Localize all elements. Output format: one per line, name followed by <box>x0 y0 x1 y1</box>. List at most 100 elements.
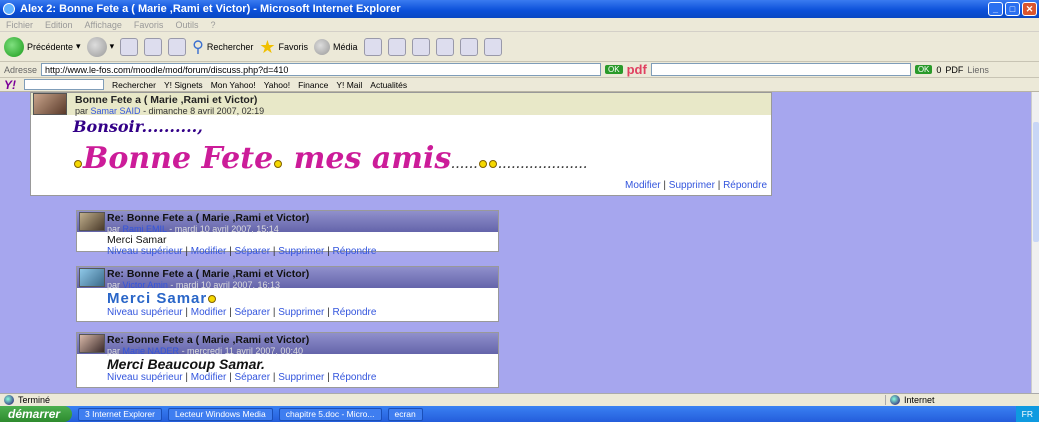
author-link[interactable]: Victor Amin <box>123 280 168 290</box>
headline-part2: mes amis <box>283 141 452 176</box>
window-titlebar: Alex 2: Bonne Fete a ( Marie ,Rami et Vi… <box>0 0 1039 18</box>
parent-link[interactable]: Niveau supérieur <box>107 246 183 257</box>
go-button[interactable]: OK <box>605 65 623 74</box>
delete-link[interactable]: Supprimer <box>278 246 324 257</box>
edit-link[interactable]: Modifier <box>625 180 661 191</box>
status-bar: Terminé Internet <box>0 393 1039 406</box>
delete-link[interactable]: Supprimer <box>669 180 715 191</box>
stop-icon[interactable] <box>120 37 139 56</box>
home-icon[interactable] <box>168 37 187 56</box>
delete-link[interactable]: Supprimer <box>278 307 324 318</box>
back-button[interactable]: Précédente ▾ <box>4 36 81 57</box>
reply-link[interactable]: Répondre <box>333 246 377 257</box>
yahoo-search-button[interactable]: Rechercher <box>112 80 156 90</box>
headline-part1: Bonne Fete <box>83 141 274 176</box>
standard-toolbar: Précédente ▾ ▾ ⚲ Rechercher ★ Favoris Médi… <box>0 32 1039 62</box>
headline-dots: ...... <box>451 160 479 171</box>
menu-file[interactable]: Fichier <box>6 20 33 30</box>
reply-link[interactable]: Répondre <box>723 180 767 191</box>
history-icon[interactable] <box>363 37 382 56</box>
parent-link[interactable]: Niveau supérieur <box>107 372 183 383</box>
scrollbar-thumb[interactable] <box>1033 122 1039 242</box>
post-subject: Bonne Fete a ( Marie ,Rami et Victor) <box>75 94 258 106</box>
edit-link[interactable]: Modifier <box>191 372 227 383</box>
favorites-button[interactable]: ★ Favoris <box>259 38 308 56</box>
split-link[interactable]: Séparer <box>235 372 271 383</box>
menu-help[interactable]: ? <box>210 20 215 30</box>
edit-icon[interactable] <box>435 37 454 56</box>
links-label[interactable]: Liens <box>967 65 989 75</box>
menu-edit[interactable]: Edition <box>45 20 73 30</box>
yahoo-logo[interactable]: Y! <box>4 78 16 91</box>
reply-commands: Niveau supérieur | Modifier | Séparer | … <box>107 307 377 318</box>
minimize-button[interactable]: _ <box>988 2 1003 16</box>
media-button[interactable]: Média <box>314 38 358 55</box>
mail-icon[interactable] <box>387 37 406 56</box>
start-button[interactable]: démarrer <box>0 406 73 422</box>
reply-body: Merci Samar Niveau supérieur | Modifier … <box>77 232 498 257</box>
smiley-icon <box>479 160 488 168</box>
parent-link[interactable]: Niveau supérieur <box>107 307 183 318</box>
messenger-icon[interactable] <box>483 37 502 56</box>
post-byline: par Samar SAID - dimanche 8 avril 2007, … <box>75 106 771 116</box>
menu-view[interactable]: Affichage <box>85 20 122 30</box>
taskbar-item-folder[interactable]: ecran <box>387 407 423 421</box>
language-indicator[interactable]: FR <box>1022 409 1033 419</box>
smiley-icon <box>74 160 82 168</box>
yahoo-news[interactable]: Actualités <box>370 80 407 90</box>
search-button[interactable]: ⚲ Rechercher <box>192 37 253 57</box>
page-content: Bonne Fete a ( Marie ,Rami et Victor) pa… <box>0 92 1031 393</box>
author-link[interactable]: Marie NADER <box>123 346 180 356</box>
author-link[interactable]: Rami EMIL <box>123 224 167 234</box>
pdf-button[interactable]: PDF <box>945 65 963 75</box>
yahoo-my-yahoo[interactable]: Mon Yahoo! <box>211 80 256 90</box>
edit-link[interactable]: Modifier <box>191 307 227 318</box>
media-icon <box>314 38 331 55</box>
window-controls: _ □ ✕ <box>988 2 1037 16</box>
reply-byline: par Victor Amin - mardi 10 avril 2007, 1… <box>107 280 498 290</box>
folder-icon[interactable] <box>459 37 478 56</box>
taskbar-item-ie[interactable]: 3 Internet Explorer <box>78 407 162 421</box>
reply-body: Merci Samar Niveau supérieur | Modifier … <box>77 288 498 318</box>
post-headline: Bonne Fete mes amis.....................… <box>73 141 588 176</box>
print-icon[interactable] <box>411 37 430 56</box>
yahoo-bookmarks[interactable]: Y! Signets <box>164 80 203 90</box>
refresh-icon[interactable] <box>144 37 163 56</box>
forward-arrow-icon <box>86 36 107 57</box>
address-input[interactable]: http://www.le-fos.com/moodle/mod/forum/d… <box>41 63 602 76</box>
yahoo-home[interactable]: Yahoo! <box>264 80 290 90</box>
delete-link[interactable]: Supprimer <box>278 372 324 383</box>
zone-label: Internet <box>904 395 935 405</box>
menu-tools[interactable]: Outils <box>175 20 198 30</box>
edit-link[interactable]: Modifier <box>191 246 227 257</box>
split-link[interactable]: Séparer <box>235 307 271 318</box>
avatar[interactable] <box>79 268 105 287</box>
vertical-scrollbar[interactable] <box>1031 92 1039 393</box>
avatar[interactable] <box>79 212 105 231</box>
avatar[interactable] <box>79 334 105 353</box>
page-icon <box>4 395 14 405</box>
menu-favorites[interactable]: Favoris <box>134 20 164 30</box>
avatar[interactable] <box>33 93 67 115</box>
reply-subject: Re: Bonne Fete a ( Marie ,Rami et Victor… <box>107 212 310 224</box>
yahoo-search-input[interactable] <box>24 79 104 90</box>
taskbar-item-media-player[interactable]: Lecteur Windows Media <box>167 407 273 421</box>
yahoo-mail[interactable]: Y! Mail <box>336 80 362 90</box>
pdf-ok-button[interactable]: OK <box>914 65 933 74</box>
pdf-search-input[interactable] <box>650 63 911 76</box>
yahoo-finance[interactable]: Finance <box>298 80 328 90</box>
ie-icon <box>3 3 15 15</box>
maximize-button[interactable]: □ <box>1005 2 1020 16</box>
reply-date: - mercredi 11 avril 2007, 00:40 <box>181 346 303 356</box>
menu-bar: Fichier Edition Affichage Favoris Outils… <box>0 18 1039 32</box>
close-button[interactable]: ✕ <box>1022 2 1037 16</box>
favorites-label: Favoris <box>278 41 309 52</box>
reply-link[interactable]: Répondre <box>333 372 377 383</box>
by-prefix: par <box>107 346 121 356</box>
reply-link[interactable]: Répondre <box>333 307 377 318</box>
reply-subject: Re: Bonne Fete a ( Marie ,Rami et Victor… <box>107 268 310 280</box>
taskbar-item-word[interactable]: chapitre 5.doc - Micro... <box>278 407 382 421</box>
forward-button[interactable]: ▾ <box>86 36 114 57</box>
author-link[interactable]: Samar SAID <box>91 106 141 116</box>
split-link[interactable]: Séparer <box>235 246 271 257</box>
